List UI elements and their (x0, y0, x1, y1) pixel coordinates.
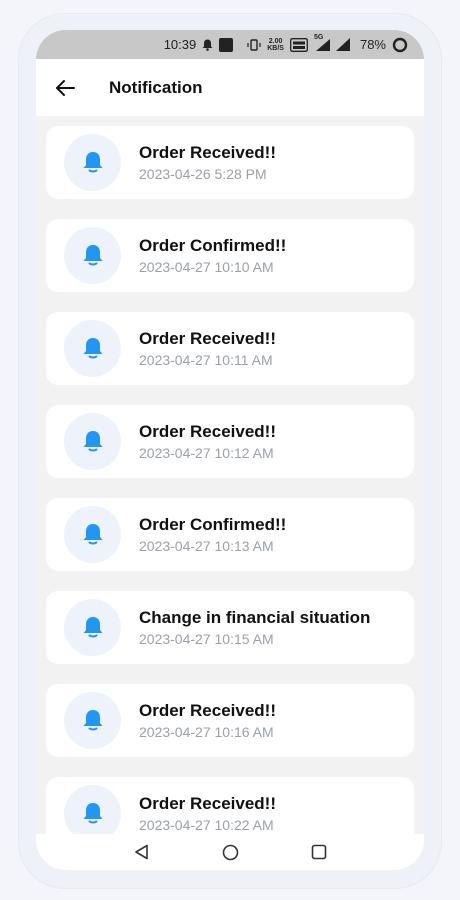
notification-title: Order Received!! (139, 794, 276, 813)
notification-text: Order Confirmed!! 2023-04-27 10:10 AM (139, 236, 286, 275)
notification-title: Order Confirmed!! (139, 515, 287, 534)
bell-icon-badge (64, 320, 121, 377)
arrow-left-icon (56, 79, 75, 96)
notification-card[interactable]: Order Confirmed!! 2023-04-27 10:13 AM (46, 498, 414, 571)
notification-bell-icon (202, 39, 213, 51)
triangle-back-icon (135, 844, 148, 860)
network-speed-value: 2.00 (268, 37, 283, 45)
notification-time: 2023-04-26 5:28 PM (139, 166, 267, 182)
network-speed-unit: KB/S (267, 44, 284, 52)
notification-time: 2023-04-27 10:11 AM (139, 352, 273, 368)
system-nav-bar (36, 834, 424, 870)
notification-text: Change in financial situation 2023-04-27… (139, 608, 370, 647)
notification-title: Order Received!! (139, 701, 276, 720)
status-bar: 10:39 2.00 KB/S 5G 78% (36, 30, 424, 59)
back-button[interactable] (51, 74, 79, 102)
network-speed: 2.00 KB/S (267, 38, 284, 52)
bell-icon-badge (64, 785, 121, 834)
notification-card[interactable]: Order Confirmed!! 2023-04-27 10:10 AM (46, 219, 414, 292)
bell-icon (83, 244, 102, 265)
phone-screen: 10:39 2.00 KB/S 5G 78% Notification Orde… (36, 30, 424, 870)
bell-icon-badge (64, 227, 121, 284)
bell-icon-badge (64, 134, 121, 191)
notification-list[interactable]: Order Received!! 2023-04-26 5:28 PM Orde… (36, 116, 424, 834)
app-bar: Notification (36, 59, 424, 116)
notification-card[interactable]: Order Received!! 2023-04-26 5:28 PM (46, 126, 414, 199)
notification-title: Change in financial situation (139, 608, 371, 627)
signal-5g-icon: 5G (314, 34, 330, 52)
bell-icon (83, 709, 102, 730)
battery-percent: 78% (359, 37, 386, 52)
nav-recents-button[interactable] (309, 842, 329, 862)
notification-time: 2023-04-27 10:15 AM (139, 631, 274, 647)
bell-icon (83, 802, 102, 823)
bell-icon (83, 337, 102, 358)
notification-time: 2023-04-27 10:10 AM (139, 259, 274, 275)
app-square-icon (219, 37, 234, 52)
notification-text: Order Confirmed!! 2023-04-27 10:13 AM (139, 515, 286, 554)
battery-ring-icon (392, 37, 408, 53)
notification-text: Order Received!! 2023-04-26 5:28 PM (139, 143, 276, 182)
notification-text: Order Received!! 2023-04-27 10:22 AM (139, 794, 276, 833)
bell-icon (83, 151, 102, 172)
notification-title: Order Received!! (139, 422, 276, 441)
square-recents-icon (311, 844, 327, 860)
status-time: 10:39 (163, 37, 197, 52)
volte-icon (290, 37, 308, 52)
signal-icon (335, 38, 350, 51)
notification-card[interactable]: Order Received!! 2023-04-27 10:12 AM (46, 405, 414, 478)
notification-title: Order Confirmed!! (139, 236, 287, 255)
bell-icon (83, 430, 102, 451)
bell-icon (83, 523, 102, 544)
notification-card[interactable]: Order Received!! 2023-04-27 10:11 AM (46, 312, 414, 385)
page-title: Notification (109, 77, 203, 97)
bell-icon-badge (64, 599, 121, 656)
notification-text: Order Received!! 2023-04-27 10:11 AM (139, 329, 276, 368)
notification-text: Order Received!! 2023-04-27 10:12 AM (139, 422, 276, 461)
notification-time: 2023-04-27 10:13 AM (139, 538, 274, 554)
bell-icon (83, 616, 102, 637)
nav-back-button[interactable] (132, 842, 152, 862)
bell-icon-badge (64, 413, 121, 470)
notification-title: Order Received!! (139, 329, 276, 348)
bell-icon-badge (64, 692, 121, 749)
circle-home-icon (222, 844, 238, 860)
notification-card[interactable]: Change in financial situation 2023-04-27… (46, 591, 414, 664)
notification-time: 2023-04-27 10:16 AM (139, 724, 274, 740)
network-type-label: 5G (313, 33, 324, 41)
nav-home-button[interactable] (220, 842, 240, 862)
bell-icon-badge (64, 506, 121, 563)
notification-text: Order Received!! 2023-04-27 10:16 AM (139, 701, 276, 740)
notification-time: 2023-04-27 10:12 AM (139, 445, 274, 461)
notification-title: Order Received!! (139, 143, 276, 162)
vibrate-icon (247, 38, 261, 51)
notification-time: 2023-04-27 10:22 AM (139, 817, 274, 833)
notification-card[interactable]: Order Received!! 2023-04-27 10:16 AM (46, 684, 414, 757)
notification-card[interactable]: Order Received!! 2023-04-27 10:22 AM (46, 777, 414, 834)
